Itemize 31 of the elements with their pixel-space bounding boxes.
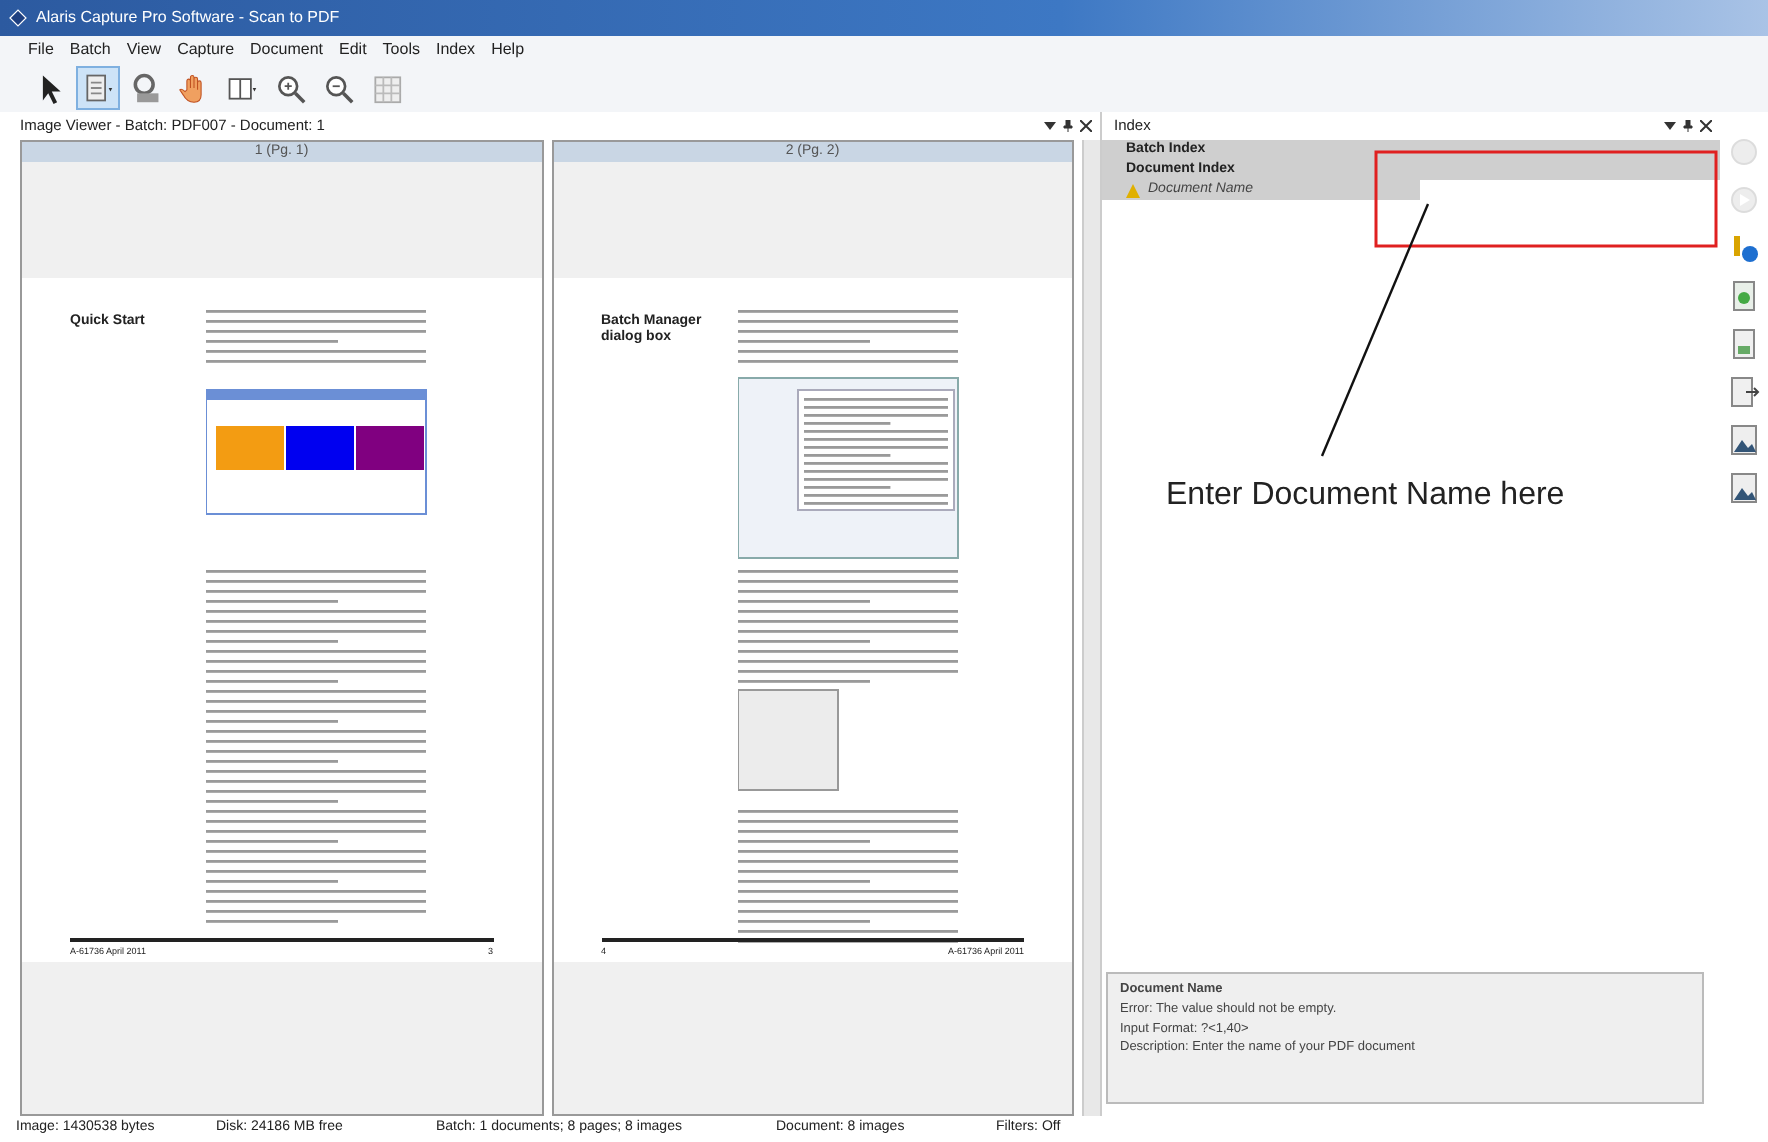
- close-icon[interactable]: [1080, 120, 1092, 132]
- menu-item[interactable]: Capture: [177, 38, 235, 62]
- page-magnifier-icon: [1728, 280, 1760, 312]
- menu-item[interactable]: Tools: [382, 38, 420, 62]
- document-name-field[interactable]: [1420, 180, 1720, 200]
- menu-item[interactable]: Batch: [69, 38, 111, 62]
- pin-icon[interactable]: [1062, 120, 1074, 132]
- menu-item[interactable]: Edit: [339, 38, 367, 62]
- image-icon: [1728, 472, 1760, 504]
- close-icon[interactable]: [1700, 120, 1712, 132]
- dropdown-icon[interactable]: [1044, 120, 1056, 132]
- zoom-out-icon: [322, 70, 354, 106]
- scrollbar[interactable]: [1082, 140, 1100, 1116]
- document-icon: [1728, 328, 1760, 360]
- pin-icon[interactable]: [1682, 120, 1694, 132]
- zoom-in-icon: [274, 70, 306, 106]
- circle-icon: [1728, 136, 1760, 168]
- play-icon: [1728, 184, 1760, 216]
- menu-item[interactable]: File: [28, 38, 54, 62]
- image-icon: [1728, 424, 1760, 456]
- menu-item[interactable]: Help: [491, 38, 525, 62]
- dropdown-icon[interactable]: [1664, 120, 1676, 132]
- window-title: Alaris Capture Pro Software - Scan to PDF: [36, 6, 340, 30]
- annotation-text: Enter Document Name here: [1166, 476, 1565, 516]
- app-logo-icon: [8, 8, 28, 28]
- menu-item[interactable]: View: [126, 38, 162, 62]
- grid-icon: [370, 70, 402, 106]
- menu-item[interactable]: Document: [250, 38, 323, 62]
- document-icon: [82, 70, 114, 106]
- document-arrows-icon: [1728, 376, 1760, 408]
- menu-item[interactable]: Index: [435, 38, 476, 62]
